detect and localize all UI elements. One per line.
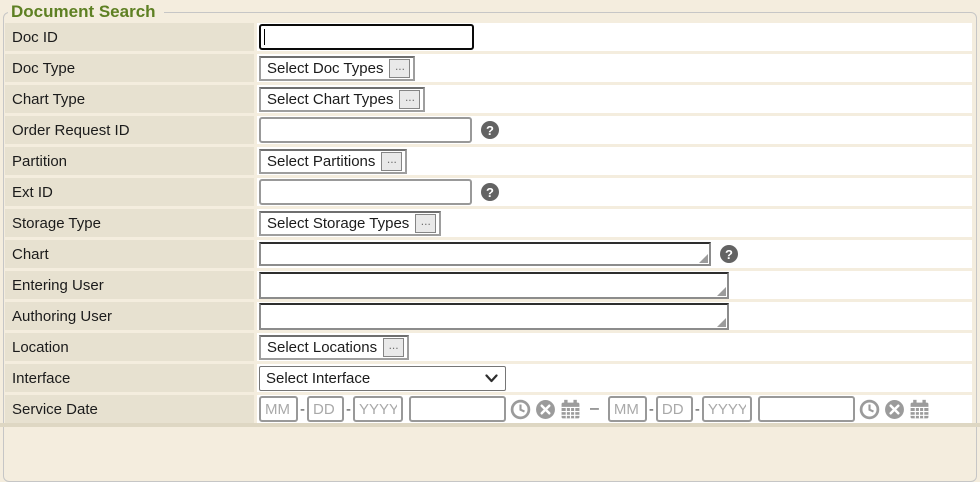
chart-type-picker-label: Select Chart Types [267, 91, 393, 108]
clear-date-icon[interactable] [884, 399, 905, 420]
help-icon[interactable]: ? [720, 245, 738, 263]
clipped-next-row [0, 423, 980, 427]
interface-select[interactable]: Select Interface [259, 366, 506, 391]
row-ext-id: Ext ID ? [5, 178, 972, 206]
location-label: Location [5, 333, 254, 361]
text-cursor [264, 29, 265, 45]
to-month-input[interactable] [608, 396, 647, 422]
row-location: Location Select Locations ... [5, 333, 972, 361]
chart-label: Chart [5, 240, 254, 268]
storage-type-more-button[interactable]: ... [415, 214, 436, 233]
partition-picker-label: Select Partitions [267, 153, 375, 170]
row-service-date: Service Date - - – [5, 395, 972, 423]
doc-type-label: Doc Type [5, 54, 254, 82]
from-month-input[interactable] [259, 396, 298, 422]
doc-id-label: Doc ID [5, 23, 254, 51]
date-separator: - [346, 401, 351, 418]
service-date-label: Service Date [5, 395, 254, 423]
chart-type-more-button[interactable]: ... [399, 90, 420, 109]
to-day-input[interactable] [656, 396, 693, 422]
from-time-input[interactable] [409, 396, 506, 422]
partition-label: Partition [5, 147, 254, 175]
chart-type-label: Chart Type [5, 85, 254, 113]
authoring-user-textarea[interactable] [259, 303, 729, 330]
help-icon[interactable]: ? [481, 121, 499, 139]
location-picker-label: Select Locations [267, 339, 377, 356]
chart-textarea[interactable] [259, 242, 711, 266]
storage-type-picker-label: Select Storage Types [267, 215, 409, 232]
doc-id-input[interactable] [259, 24, 474, 50]
from-day-input[interactable] [307, 396, 344, 422]
date-separator: - [695, 401, 700, 418]
service-date-from-group: - - [259, 396, 581, 422]
document-search-panel: Document Search Doc ID Doc Type Select D… [3, 2, 977, 482]
authoring-user-label: Authoring User [5, 302, 254, 330]
row-doc-id: Doc ID [5, 23, 972, 51]
row-order-request-id: Order Request ID ? [5, 116, 972, 144]
row-authoring-user: Authoring User [5, 302, 972, 330]
entering-user-textarea[interactable] [259, 272, 729, 299]
location-picker[interactable]: Select Locations ... [259, 335, 409, 360]
storage-type-label: Storage Type [5, 209, 254, 237]
row-storage-type: Storage Type Select Storage Types ... [5, 209, 972, 237]
order-request-id-label: Order Request ID [5, 116, 254, 144]
interface-label: Interface [5, 364, 254, 392]
date-separator: - [300, 401, 305, 418]
storage-type-picker[interactable]: Select Storage Types ... [259, 211, 441, 236]
partition-picker[interactable]: Select Partitions ... [259, 149, 407, 174]
row-interface: Interface Select Interface [5, 364, 972, 392]
from-year-input[interactable] [353, 396, 403, 422]
row-chart-type: Chart Type Select Chart Types ... [5, 85, 972, 113]
calendar-icon[interactable] [909, 399, 930, 420]
ext-id-input[interactable] [259, 179, 472, 205]
row-entering-user: Entering User [5, 271, 972, 299]
ext-id-label: Ext ID [5, 178, 254, 206]
chart-type-picker[interactable]: Select Chart Types ... [259, 87, 425, 112]
location-more-button[interactable]: ... [383, 338, 404, 357]
doc-type-picker[interactable]: Select Doc Types ... [259, 56, 415, 81]
to-year-input[interactable] [702, 396, 752, 422]
interface-selected-value: Select Interface [266, 370, 370, 387]
row-doc-type: Doc Type Select Doc Types ... [5, 54, 972, 82]
clock-icon[interactable] [510, 399, 531, 420]
partition-more-button[interactable]: ... [381, 152, 402, 171]
entering-user-label: Entering User [5, 271, 254, 299]
calendar-icon[interactable] [560, 399, 581, 420]
to-time-input[interactable] [758, 396, 855, 422]
range-separator: – [590, 400, 599, 418]
doc-type-more-button[interactable]: ... [389, 59, 410, 78]
chevron-down-icon [485, 374, 498, 383]
help-icon[interactable]: ? [481, 183, 499, 201]
order-request-id-input[interactable] [259, 117, 472, 143]
doc-type-picker-label: Select Doc Types [267, 60, 383, 77]
clock-icon[interactable] [859, 399, 880, 420]
clear-date-icon[interactable] [535, 399, 556, 420]
panel-title: Document Search [8, 2, 164, 22]
row-chart: Chart ? [5, 240, 972, 268]
row-partition: Partition Select Partitions ... [5, 147, 972, 175]
date-separator: - [649, 401, 654, 418]
service-date-to-group: - - [608, 396, 930, 422]
